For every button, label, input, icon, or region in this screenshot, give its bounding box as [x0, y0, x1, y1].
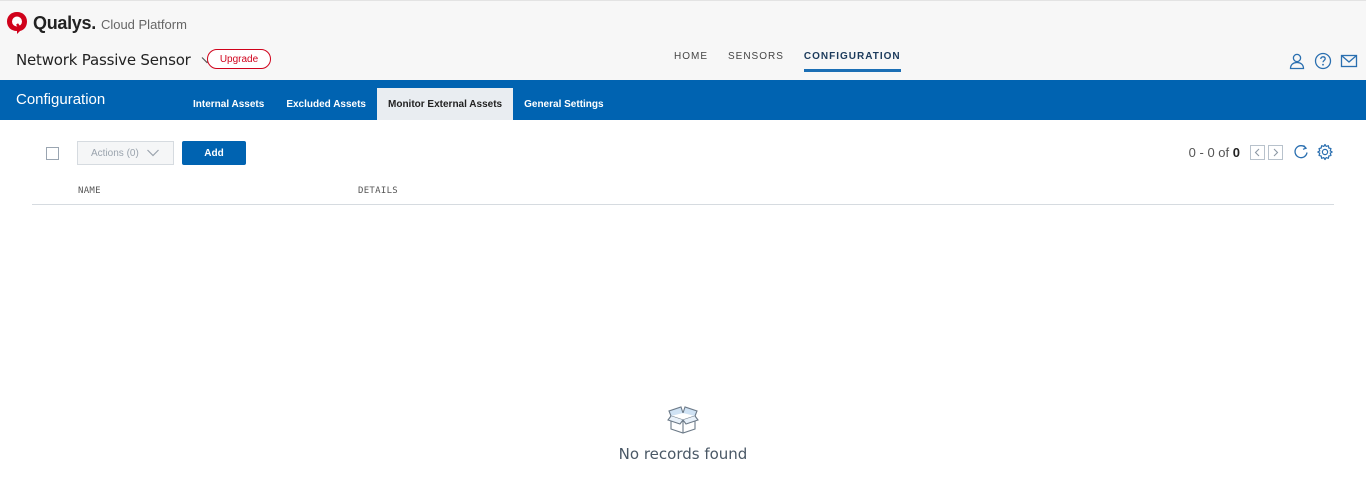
chevron-down-icon [146, 149, 159, 157]
product-name: Network Passive Sensor [16, 51, 191, 69]
user-icon[interactable] [1288, 52, 1306, 70]
table-header: NAME DETAILS [32, 180, 1334, 205]
nav-sensors[interactable]: SENSORS [728, 51, 784, 72]
actions-dropdown[interactable]: Actions (0) [77, 141, 174, 165]
nav-home[interactable]: HOME [674, 51, 708, 72]
tab-internal-assets[interactable]: Internal Assets [182, 88, 275, 120]
brand-name: Qualys. [33, 12, 96, 33]
refresh-icon[interactable] [1292, 143, 1310, 161]
chevron-right-icon [1273, 148, 1279, 156]
pager-count: 0 - 0 of 0 [1188, 144, 1240, 160]
top-header: Qualys. Cloud Platform Network Passive S… [0, 0, 1366, 80]
empty-message: No records found [618, 445, 748, 463]
top-navigation: HOME SENSORS CONFIGURATION [674, 51, 921, 72]
section-title: Configuration [16, 91, 106, 108]
empty-box-icon [667, 406, 699, 434]
upgrade-button[interactable]: Upgrade [207, 49, 271, 69]
mail-icon[interactable] [1340, 52, 1358, 70]
chevron-left-icon [1254, 148, 1260, 156]
brand-platform: Cloud Platform [100, 16, 187, 32]
column-header-name[interactable]: NAME [78, 186, 101, 196]
next-page-button[interactable] [1268, 144, 1283, 160]
qualys-logo[interactable]: Qualys. Cloud Platform [6, 9, 187, 37]
header-icons [1280, 52, 1358, 70]
tab-general-settings[interactable]: General Settings [513, 88, 614, 120]
add-button[interactable]: Add [182, 141, 246, 165]
sub-tabs: Internal Assets Excluded Assets Monitor … [182, 88, 615, 120]
section-bar: Configuration Internal Assets Excluded A… [0, 80, 1366, 120]
select-all-checkbox[interactable] [46, 147, 59, 160]
pagination: 0 - 0 of 0 [1189, 143, 1334, 161]
actions-label: Actions (0) [91, 147, 139, 159]
tab-excluded-assets[interactable]: Excluded Assets [275, 88, 377, 120]
prev-page-button[interactable] [1250, 144, 1265, 160]
qualys-shield-icon [7, 12, 27, 34]
nav-configuration[interactable]: CONFIGURATION [803, 51, 901, 72]
empty-state: No records found [0, 405, 1366, 463]
tab-monitor-external-assets[interactable]: Monitor External Assets [377, 88, 514, 120]
gear-icon[interactable] [1316, 143, 1334, 161]
product-switcher[interactable]: Network Passive Sensor [16, 51, 214, 69]
column-header-details[interactable]: DETAILS [358, 186, 398, 196]
help-icon[interactable] [1314, 52, 1332, 70]
